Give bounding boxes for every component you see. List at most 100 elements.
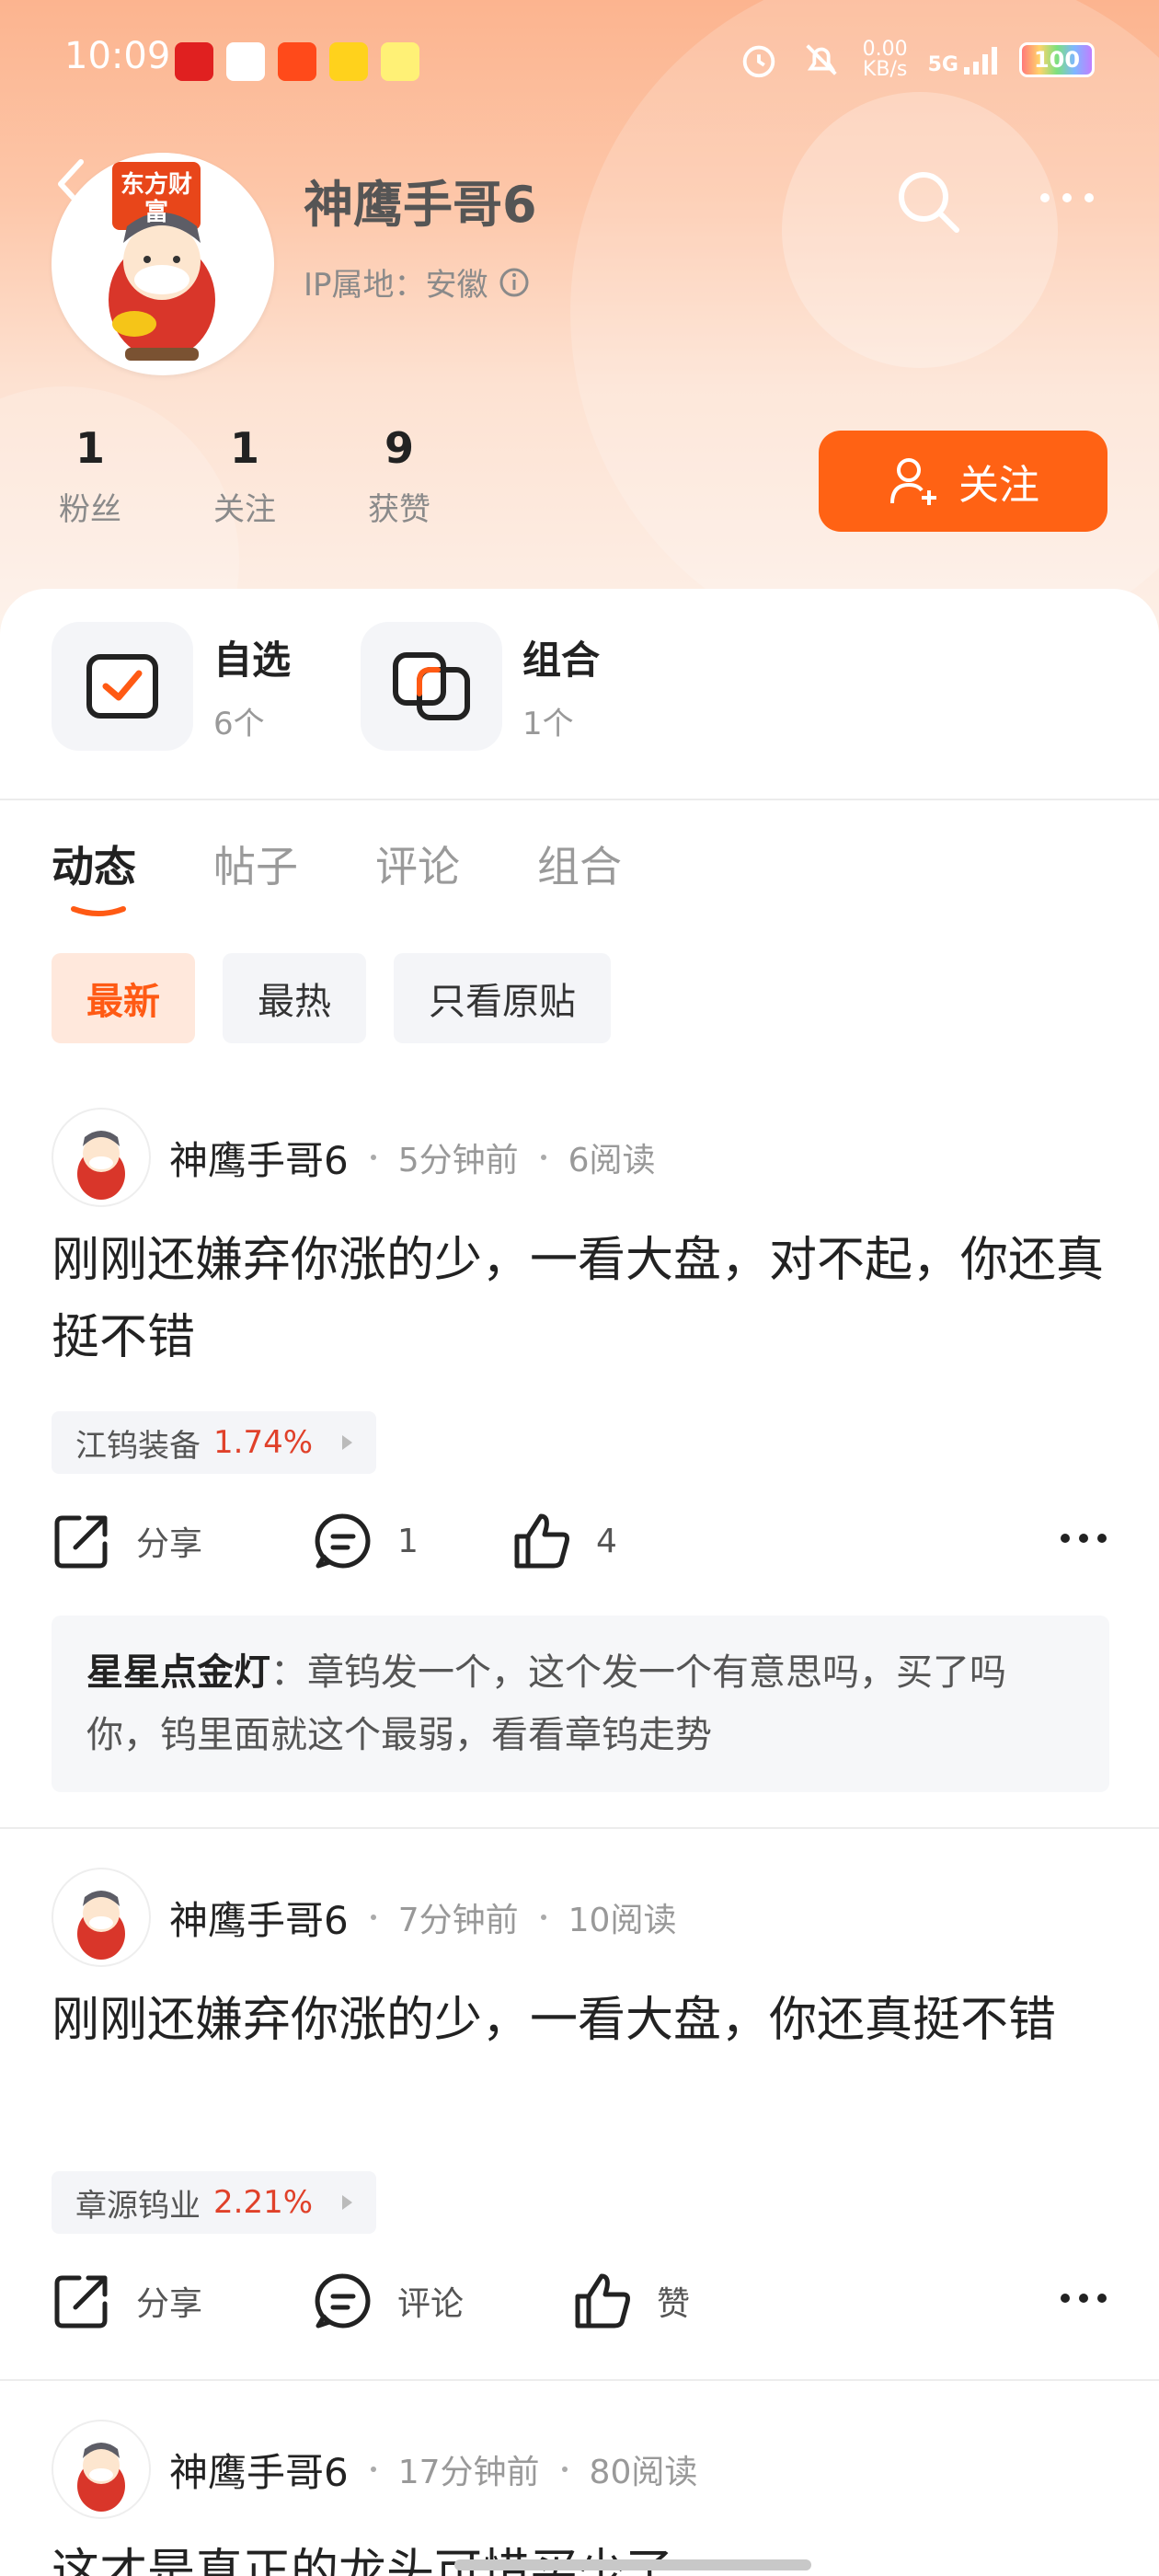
profile-stats: 1 粉丝 1 关注 9 获赞 — [0, 423, 460, 534]
more-options-icon[interactable] — [1058, 2289, 1109, 2307]
stat-likes[interactable]: 9 获赞 — [344, 423, 454, 529]
feed-post[interactable]: 神鹰手哥6 17分钟前 80阅读 这才是真正的龙头可惜买少了 — [0, 2420, 1159, 2576]
stat-label: 关注 — [213, 491, 276, 528]
net-speed: 0.00 KB/s — [863, 40, 908, 80]
share-button[interactable]: 分享 — [52, 1511, 202, 1571]
tab-label: 评论 — [375, 842, 460, 891]
stock-tag[interactable]: 章源钨业 2.21% — [52, 2171, 377, 2234]
share-icon — [54, 2275, 108, 2329]
share-label: 分享 — [136, 2285, 203, 2323]
stat-value: 1 — [75, 423, 105, 473]
net-speed-value: 0.00 — [862, 38, 908, 61]
post-author-name[interactable]: 神鹰手哥6 — [169, 2442, 349, 2498]
info-icon[interactable] — [498, 266, 531, 299]
home-indicator[interactable] — [454, 2559, 811, 2570]
comment-icon — [315, 1513, 371, 1569]
chevron-right-icon — [342, 2195, 353, 2210]
separator-dot — [370, 1155, 376, 1160]
separator-dot — [540, 1915, 546, 1920]
search-icon[interactable] — [892, 166, 966, 239]
comment-button[interactable]: 评论 — [313, 2271, 464, 2331]
post-reads: 80阅读 — [589, 2454, 698, 2491]
post-time: 5分钟前 — [397, 1142, 519, 1179]
avatar-badge-text: 东方财富 — [120, 171, 192, 226]
like-button[interactable]: 赞 — [572, 2271, 690, 2331]
stat-label: 粉丝 — [59, 491, 121, 528]
feed-post[interactable]: 神鹰手哥6 7分钟前 10阅读 刚刚还嫌弃你涨的少，一看大盘，你还真挺不错 章源… — [0, 1868, 1159, 2355]
god-of-wealth-avatar-icon — [77, 1891, 125, 1960]
filter-latest[interactable]: 最新 — [52, 953, 195, 1043]
post-author-name[interactable]: 神鹰手哥6 — [169, 1130, 349, 1186]
post-author-avatar[interactable] — [52, 1108, 151, 1207]
quick-title: 组合 — [522, 638, 601, 683]
quick-watchlist[interactable]: 自选 6个 — [52, 622, 291, 751]
signal-icon — [964, 47, 997, 75]
section-divider — [0, 799, 1159, 800]
status-time: 10:09 — [64, 35, 171, 77]
separator-dot — [370, 1915, 376, 1920]
post-header: 神鹰手哥6 5分钟前 6阅读 — [52, 1108, 656, 1207]
stat-following[interactable]: 1 关注 — [189, 423, 300, 529]
comment-author[interactable]: 星星点金灯 — [86, 1651, 270, 1694]
tab-comments[interactable]: 评论 — [375, 834, 460, 894]
comment-icon — [315, 2273, 371, 2329]
tab-portfolio[interactable]: 组合 — [537, 834, 622, 894]
post-author-name[interactable]: 神鹰手哥6 — [169, 1890, 349, 1946]
quick-watchlist-text: 自选 6个 — [213, 629, 291, 743]
post-time: 17分钟前 — [397, 2454, 540, 2491]
post-reads: 6阅读 — [568, 1142, 656, 1179]
share-button[interactable]: 分享 — [52, 2271, 202, 2331]
like-button[interactable]: 4 — [511, 1511, 617, 1571]
status-bar: 10:09 0.00 KB/s 5G 100 — [0, 0, 1159, 120]
share-label: 分享 — [136, 1525, 203, 1563]
post-divider — [0, 1827, 1159, 1829]
stock-change: 1.74% — [213, 1424, 314, 1461]
thumbs-up-icon — [514, 1513, 569, 1569]
portfolio-icon-box — [361, 622, 502, 751]
filter-original-only[interactable]: 只看原贴 — [394, 953, 611, 1043]
post-meta: 5分钟前 6阅读 — [370, 1133, 656, 1181]
content-tabs: 动态 帖子 评论 组合 — [52, 834, 622, 916]
comment-button[interactable]: 1 — [313, 1511, 419, 1571]
tab-active-indicator — [71, 906, 126, 916]
featured-comment[interactable]: 星星点金灯：章钨发一个，这个发一个有意思吗，买了吗你，钨里面就这个最弱，看看章钨… — [52, 1616, 1109, 1792]
stat-fans[interactable]: 1 粉丝 — [35, 423, 145, 529]
tab-dynamics[interactable]: 动态 — [52, 834, 136, 916]
status-right: 0.00 KB/s 5G 100 — [738, 39, 1095, 81]
post-meta: 17分钟前 80阅读 — [370, 2445, 698, 2493]
tab-label: 帖子 — [213, 842, 298, 891]
post-time: 7分钟前 — [397, 1902, 519, 1939]
post-actions: 分享 评论 赞 — [52, 2271, 1109, 2344]
filter-chips: 最新 最热 只看原贴 — [52, 953, 611, 1043]
stat-value: 1 — [229, 423, 259, 473]
follow-button[interactable]: 关注 — [819, 431, 1107, 532]
more-options-icon[interactable] — [1038, 189, 1096, 207]
filter-hottest[interactable]: 最热 — [223, 953, 366, 1043]
app-notification-icon — [226, 42, 265, 81]
chevron-right-icon — [342, 1435, 353, 1450]
feed-post[interactable]: 神鹰手哥6 5分钟前 6阅读 刚刚还嫌弃你涨的少，一看大盘，对不起，你还真挺不错… — [0, 1108, 1159, 1825]
quick-portfolio-text: 组合 1个 — [522, 629, 600, 743]
post-body[interactable]: 刚刚还嫌弃你涨的少，一看大盘，对不起，你还真挺不错 — [52, 1222, 1109, 1376]
post-author-avatar[interactable] — [52, 1868, 151, 1967]
stat-value: 9 — [384, 423, 414, 473]
network-type: 5G — [927, 53, 958, 76]
god-of-wealth-avatar-icon — [77, 1131, 125, 1200]
tab-posts[interactable]: 帖子 — [213, 834, 298, 894]
quick-portfolio[interactable]: 组合 1个 — [361, 622, 600, 751]
stock-tag[interactable]: 江钨装备 1.74% — [52, 1411, 377, 1474]
post-header: 神鹰手哥6 7分钟前 10阅读 — [52, 1868, 676, 1967]
battery-indicator: 100 — [1019, 42, 1095, 77]
post-author-avatar[interactable] — [52, 2420, 151, 2519]
stock-name: 章源钨业 — [75, 2187, 201, 2225]
more-options-icon[interactable] — [1058, 1529, 1109, 1547]
post-actions: 分享 1 4 — [52, 1511, 1109, 1584]
separator-dot — [540, 1155, 546, 1160]
app-notification-icon — [278, 42, 316, 81]
post-body[interactable]: 刚刚还嫌弃你涨的少，一看大盘，你还真挺不错 — [52, 1982, 1109, 2059]
alarm-icon — [742, 45, 775, 78]
ip-location-text: IP属地：安徽 — [304, 267, 488, 304]
profile-avatar[interactable]: 东方财富 — [52, 153, 274, 375]
app-notification-icon — [329, 42, 368, 81]
tab-label: 组合 — [537, 842, 622, 891]
